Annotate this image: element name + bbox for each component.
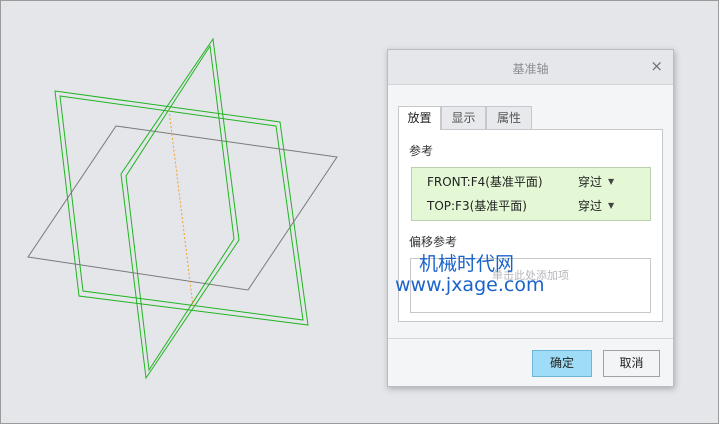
datum-axis-dialog: 基准轴 × 放置 显示 属性 参考 FRONT:F4(基准平面) 穿过 ▼ TO… [387,49,674,387]
front-datum-plane[interactable] [54,90,309,326]
references-label: 参考 [409,144,434,158]
references-collector[interactable]: FRONT:F4(基准平面) 穿过 ▼ TOP:F3(基准平面) 穿过 ▼ [411,167,651,221]
dialog-title: 基准轴 [512,62,549,76]
reference-name: TOP:F3(基准平面) [427,199,527,213]
reference-constraint-dropdown[interactable]: 穿过 [578,194,602,218]
reference-row[interactable]: FRONT:F4(基准平面) 穿过 ▼ [412,170,650,194]
close-icon[interactable]: × [650,57,663,75]
reference-name: FRONT:F4(基准平面) [427,175,543,189]
side-datum-plane[interactable] [120,37,240,380]
cancel-button[interactable]: 取消 [603,350,660,377]
dropdown-arrow-icon[interactable]: ▼ [608,170,614,194]
side-datum-plane-inner [125,44,235,372]
front-datum-plane-inner [59,95,304,321]
tab-display[interactable]: 显示 [441,106,486,129]
top-datum-plane[interactable] [27,125,338,291]
watermark-title: 机械时代网 [419,253,515,275]
tab-placement[interactable]: 放置 [398,106,441,130]
datum-axis-line [168,109,194,307]
watermark-url: www.jxage.com [395,274,545,296]
ok-button[interactable]: 确定 [532,350,592,377]
tab-properties[interactable]: 属性 [486,106,532,129]
dropdown-arrow-icon[interactable]: ▼ [608,194,614,218]
dialog-divider [388,338,673,339]
dialog-titlebar[interactable]: 基准轴 × [388,50,673,85]
reference-constraint-dropdown[interactable]: 穿过 [578,170,602,194]
reference-row[interactable]: TOP:F3(基准平面) 穿过 ▼ [412,194,650,218]
offset-references-label: 偏移参考 [409,235,458,249]
